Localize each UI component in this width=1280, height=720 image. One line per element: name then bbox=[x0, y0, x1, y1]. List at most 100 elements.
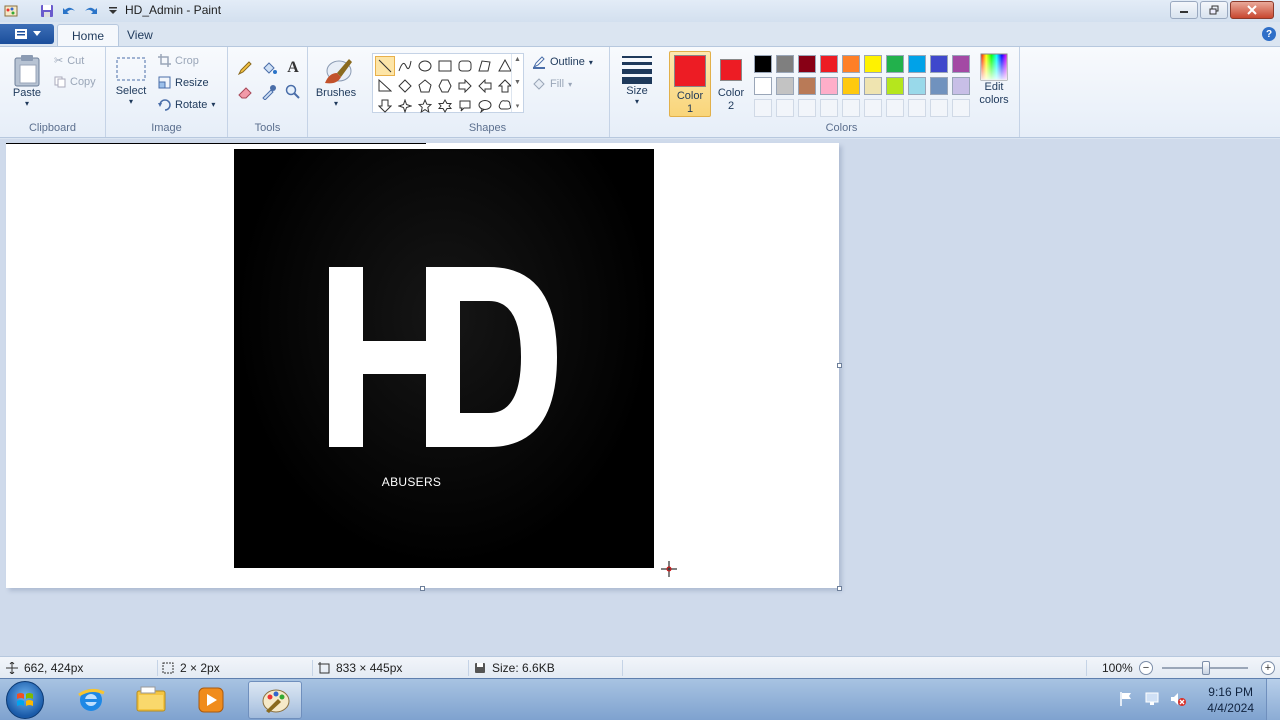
palette-swatch[interactable] bbox=[776, 77, 794, 95]
palette-swatch[interactable] bbox=[842, 77, 860, 95]
custom-color-slot[interactable] bbox=[754, 99, 772, 117]
paste-button[interactable]: Paste ▾ bbox=[8, 53, 46, 108]
color2-selector[interactable]: Color 2 bbox=[710, 51, 752, 117]
custom-color-slot[interactable] bbox=[952, 99, 970, 117]
palette-swatch[interactable] bbox=[842, 55, 860, 73]
palette-swatch[interactable] bbox=[952, 55, 970, 73]
shapes-scroll[interactable]: ▲ ▼ ▾ bbox=[511, 54, 523, 112]
minimize-icon[interactable] bbox=[1170, 1, 1198, 19]
custom-color-slot[interactable] bbox=[864, 99, 882, 117]
zoom-in-icon[interactable]: + bbox=[1261, 661, 1275, 675]
palette-swatch[interactable] bbox=[886, 77, 904, 95]
zoom-out-icon[interactable]: − bbox=[1139, 661, 1153, 675]
color-picker-icon[interactable] bbox=[258, 81, 280, 103]
palette-swatch[interactable] bbox=[798, 55, 816, 73]
resize-handle-right[interactable] bbox=[837, 363, 842, 368]
pencil-icon[interactable] bbox=[234, 57, 256, 79]
oval-callout-shape-icon[interactable] bbox=[475, 96, 495, 116]
gallery-expand-icon[interactable]: ▾ bbox=[516, 102, 520, 110]
six-point-star-shape-icon[interactable] bbox=[435, 96, 455, 116]
zoom-slider-thumb[interactable] bbox=[1202, 661, 1210, 675]
magnifier-icon[interactable] bbox=[282, 81, 304, 103]
undo-icon[interactable] bbox=[60, 2, 78, 20]
paint-app-icon[interactable] bbox=[2, 2, 20, 20]
edit-colors-button[interactable]: Edit colors bbox=[974, 53, 1014, 107]
redo-icon[interactable] bbox=[82, 2, 100, 20]
fill-button[interactable]: Fill ▾ bbox=[532, 77, 572, 91]
palette-swatch[interactable] bbox=[930, 77, 948, 95]
palette-swatch[interactable] bbox=[864, 55, 882, 73]
media-player-icon[interactable] bbox=[184, 681, 238, 719]
customize-dropdown-icon[interactable] bbox=[104, 2, 122, 20]
restore-icon[interactable] bbox=[1200, 1, 1228, 19]
custom-color-slot[interactable] bbox=[776, 99, 794, 117]
cut-button[interactable]: ✂ Cut bbox=[54, 54, 84, 68]
polygon-shape-icon[interactable] bbox=[475, 56, 495, 76]
volume-muted-icon[interactable] bbox=[1170, 691, 1186, 710]
fill-bucket-icon[interactable] bbox=[258, 57, 280, 79]
palette-swatch[interactable] bbox=[930, 55, 948, 73]
palette-swatch[interactable] bbox=[908, 77, 926, 95]
palette-swatch[interactable] bbox=[754, 77, 772, 95]
palette-swatch[interactable] bbox=[908, 55, 926, 73]
resize-handle-bottom[interactable] bbox=[420, 586, 425, 591]
select-button[interactable]: Select ▾ bbox=[114, 55, 148, 106]
color1-selector[interactable]: Color 1 bbox=[669, 51, 711, 117]
palette-swatch[interactable] bbox=[798, 77, 816, 95]
right-triangle-shape-icon[interactable] bbox=[375, 76, 395, 96]
custom-color-slot[interactable] bbox=[842, 99, 860, 117]
start-button[interactable] bbox=[6, 681, 44, 719]
custom-color-slot[interactable] bbox=[798, 99, 816, 117]
pentagon-shape-icon[interactable] bbox=[415, 76, 435, 96]
action-center-flag-icon[interactable] bbox=[1118, 691, 1134, 710]
resize-button[interactable]: Resize bbox=[158, 76, 209, 89]
palette-swatch[interactable] bbox=[820, 77, 838, 95]
network-icon[interactable] bbox=[1144, 691, 1160, 710]
palette-swatch[interactable] bbox=[886, 55, 904, 73]
palette-swatch[interactable] bbox=[754, 55, 772, 73]
rounded-rectangle-shape-icon[interactable] bbox=[455, 56, 475, 76]
palette-swatch[interactable] bbox=[952, 77, 970, 95]
custom-color-slot[interactable] bbox=[886, 99, 904, 117]
drawing-canvas[interactable]: HD ABUSERS bbox=[6, 143, 842, 591]
help-icon[interactable]: ? bbox=[1262, 27, 1276, 41]
scroll-down-icon[interactable]: ▼ bbox=[514, 79, 521, 86]
outline-button[interactable]: Outline ▾ bbox=[532, 55, 593, 69]
brushes-button[interactable]: Brushes ▾ bbox=[314, 53, 358, 108]
close-icon[interactable] bbox=[1230, 1, 1274, 19]
paint-menu-button[interactable] bbox=[0, 24, 54, 44]
down-arrow-shape-icon[interactable] bbox=[375, 96, 395, 116]
scroll-up-icon[interactable]: ▲ bbox=[514, 56, 521, 63]
oval-shape-icon[interactable] bbox=[415, 56, 435, 76]
tab-home[interactable]: Home bbox=[57, 24, 120, 46]
show-desktop-button[interactable] bbox=[1266, 679, 1280, 720]
palette-swatch[interactable] bbox=[820, 55, 838, 73]
taskbar-clock[interactable]: 9:16 PM 4/4/2024 bbox=[1207, 684, 1254, 716]
palette-swatch[interactable] bbox=[776, 55, 794, 73]
tab-view[interactable]: View bbox=[113, 24, 167, 46]
four-point-star-shape-icon[interactable] bbox=[395, 96, 415, 116]
eraser-icon[interactable] bbox=[234, 81, 256, 103]
canvas-workspace[interactable]: HD ABUSERS bbox=[0, 139, 1280, 656]
save-icon[interactable] bbox=[38, 2, 56, 20]
pasted-image[interactable]: HD ABUSERS bbox=[234, 149, 654, 568]
hexagon-shape-icon[interactable] bbox=[435, 76, 455, 96]
size-button[interactable]: Size ▾ bbox=[618, 53, 656, 106]
diamond-shape-icon[interactable] bbox=[395, 76, 415, 96]
rectangle-shape-icon[interactable] bbox=[435, 56, 455, 76]
custom-color-slot[interactable] bbox=[930, 99, 948, 117]
palette-swatch[interactable] bbox=[864, 77, 882, 95]
crop-button[interactable]: Crop bbox=[158, 54, 199, 67]
file-explorer-icon[interactable] bbox=[124, 681, 178, 719]
five-point-star-shape-icon[interactable] bbox=[415, 96, 435, 116]
right-arrow-shape-icon[interactable] bbox=[455, 76, 475, 96]
rounded-callout-shape-icon[interactable] bbox=[455, 96, 475, 116]
custom-color-slot[interactable] bbox=[820, 99, 838, 117]
internet-explorer-icon[interactable] bbox=[64, 681, 118, 719]
line-shape-icon[interactable] bbox=[375, 56, 395, 76]
left-arrow-shape-icon[interactable] bbox=[475, 76, 495, 96]
copy-button[interactable]: Copy bbox=[54, 76, 96, 88]
curve-shape-icon[interactable] bbox=[395, 56, 415, 76]
text-icon[interactable]: A bbox=[282, 57, 304, 79]
resize-handle-corner[interactable] bbox=[837, 586, 842, 591]
